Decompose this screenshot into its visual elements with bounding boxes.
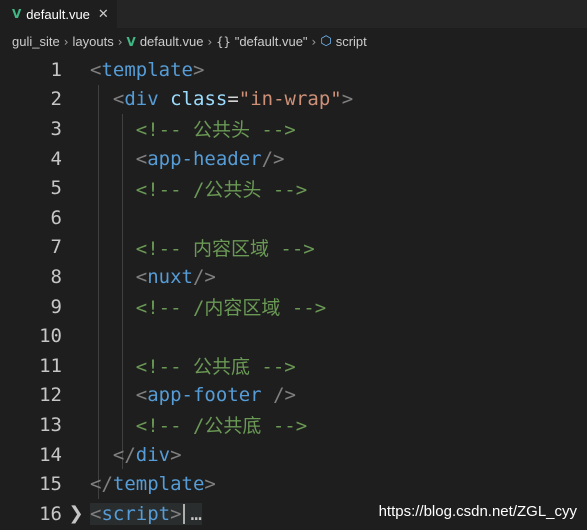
- line-number: 6: [50, 206, 62, 229]
- line-number: 4: [50, 147, 62, 170]
- chevron-right-icon: ›: [207, 34, 213, 49]
- line-number: 3: [50, 117, 62, 140]
- line-number: 2: [50, 88, 62, 111]
- chevron-right-icon: ›: [63, 34, 69, 49]
- code-token: template: [101, 58, 193, 81]
- code-token: app-header: [147, 147, 262, 170]
- folded-ellipsis[interactable]: …: [191, 503, 202, 525]
- vue-file-icon: V: [12, 7, 22, 21]
- code-token: app-footer: [147, 384, 262, 407]
- line-number: 10: [39, 325, 62, 348]
- breadcrumb-item-file[interactable]: default.vue: [140, 34, 204, 49]
- line-number: 9: [50, 295, 62, 318]
- code-line: 7 <!-- 内容区域 -->: [0, 233, 587, 263]
- code-line: 9 <!-- /内容区域 -->: [0, 292, 587, 322]
- line-number: 15: [39, 473, 62, 496]
- line-number: 13: [39, 413, 62, 436]
- line-number: 12: [39, 384, 62, 407]
- code-line: 2 <div class="in-wrap">: [0, 85, 587, 115]
- close-icon[interactable]: ✕: [98, 7, 109, 22]
- code-comment: <!-- /公共底 -->: [135, 415, 308, 438]
- code-line: 10: [0, 321, 587, 351]
- code-comment: <!-- /内容区域 -->: [135, 297, 327, 320]
- tab-label: default.vue: [26, 6, 90, 22]
- tab-bar: V default.vue ✕: [0, 0, 587, 28]
- vue-file-icon: V: [126, 34, 136, 49]
- code-comment: <!-- /公共头 -->: [135, 178, 308, 201]
- tab-default-vue[interactable]: V default.vue ✕: [0, 0, 117, 28]
- line-number: 5: [50, 177, 62, 200]
- code-token: script: [101, 502, 171, 525]
- code-token: div: [124, 88, 159, 111]
- line-number: 7: [50, 236, 62, 259]
- breadcrumb-item-guli-site[interactable]: guli_site: [12, 34, 60, 49]
- code-line: 4 <app-header/>: [0, 144, 587, 174]
- code-editor[interactable]: 1 <template> 2 <div class="in-wrap"> 3 <…: [0, 55, 587, 529]
- code-line: 6: [0, 203, 587, 233]
- line-number: 8: [50, 265, 62, 288]
- code-comment: <!-- 内容区域 -->: [135, 237, 315, 260]
- braces-icon: {}: [216, 34, 231, 49]
- code-line: 13 <!-- /公共底 -->: [0, 410, 587, 440]
- breadcrumb-item-script[interactable]: script: [336, 34, 367, 49]
- line-number: 16: [39, 502, 62, 525]
- text-cursor: [182, 504, 185, 525]
- code-token: nuxt: [147, 265, 193, 288]
- chevron-right-icon: ›: [311, 34, 317, 49]
- code-line: 1 <template>: [0, 55, 587, 85]
- code-comment: <!-- 公共头 -->: [135, 119, 296, 142]
- line-number: 11: [39, 354, 62, 377]
- code-token: template: [112, 473, 205, 496]
- code-line: 8 <nuxt/>: [0, 262, 587, 292]
- code-token: div: [135, 443, 171, 466]
- cube-icon: ⬡: [320, 34, 332, 49]
- fold-chevron-right-icon[interactable]: ❯: [62, 503, 90, 524]
- code-line: 15 </template>: [0, 469, 587, 499]
- code-token: "in-wrap": [238, 88, 342, 111]
- watermark: https://blog.csdn.net/ZGL_cyy: [376, 503, 579, 520]
- breadcrumb-item-layouts[interactable]: layouts: [73, 34, 114, 49]
- line-number: 14: [39, 443, 62, 466]
- chevron-right-icon: ›: [117, 34, 123, 49]
- line-number: 1: [50, 58, 62, 81]
- code-line: 14 </div>: [0, 440, 587, 470]
- code-line: 11 <!-- 公共底 -->: [0, 351, 587, 381]
- code-token: class: [170, 88, 228, 111]
- code-comment: <!-- 公共底 -->: [135, 356, 296, 379]
- code-line: 5 <!-- /公共头 -->: [0, 173, 587, 203]
- code-line: 3 <!-- 公共头 -->: [0, 114, 587, 144]
- breadcrumb: guli_site › layouts › V default.vue › {}…: [0, 28, 587, 55]
- code-line: 12 <app-footer />: [0, 381, 587, 411]
- breadcrumb-item-module[interactable]: "default.vue": [235, 34, 308, 49]
